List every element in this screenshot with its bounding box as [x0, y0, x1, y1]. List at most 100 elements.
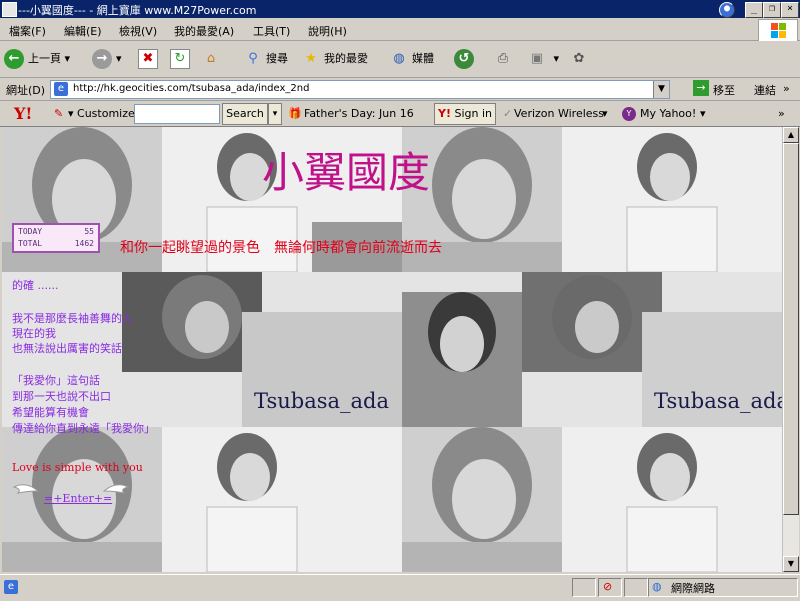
favorites-label: 我的最愛 [324, 52, 368, 65]
watermark-right: Tsubasa_ada [654, 389, 782, 413]
scroll-thumb[interactable] [783, 143, 799, 515]
love-line: Love is simple with you [12, 461, 143, 474]
watermark-left: Tsubasa_ada [254, 389, 390, 413]
edit-icon: ▣ [530, 51, 544, 66]
popup-blocked-icon: ⊘ [603, 580, 613, 593]
globe-icon: ◍ [652, 580, 662, 593]
title-bar: ---小翼國度--- - 網上寶庫 www.M27Power.com ● _ ❐… [0, 0, 800, 18]
history-icon: ↺ [454, 49, 474, 69]
gift-icon: 🎁 [288, 107, 302, 120]
yahoo-toolbar: Y! ✎ ▾ Customize 🎁 Father's Day: Jun 16 … [0, 101, 800, 127]
yahoo-logo-icon[interactable]: Y! [14, 105, 32, 123]
menu-file[interactable]: 檔案(F) [9, 23, 46, 39]
wing-left-icon [12, 483, 40, 497]
page-content: 小翼國度 TODAY 55 TOTAL 1462 和你一起眺望過的景色 無論何時… [2, 127, 782, 572]
photo-tile [562, 427, 782, 572]
status-panel [572, 578, 596, 597]
yahoo-search-input[interactable] [134, 104, 220, 124]
status-panel: ⊘ [598, 578, 622, 597]
address-dropdown-icon[interactable]: ▼ [653, 81, 669, 98]
back-button[interactable]: ← 上一頁 ▾ [4, 47, 70, 71]
window-title: ---小翼國度--- - 網上寶庫 www.M27Power.com [18, 4, 257, 17]
address-label: 網址(D) [6, 84, 46, 97]
search-icon: ⚲ [248, 51, 258, 66]
menu-favorites[interactable]: 我的最愛(A) [174, 23, 234, 39]
forward-button[interactable]: → ▾ [92, 47, 122, 71]
vertical-scrollbar[interactable]: ▲ ▼ [782, 127, 799, 572]
back-arrow-icon: ← [4, 49, 24, 69]
menu-bar: 檔案(F) 編輯(E) 檢視(V) 我的最愛(A) 工具(T) 說明(H) [0, 18, 800, 41]
go-button[interactable]: 移至 [713, 82, 735, 98]
pencil-icon: ✎ [54, 107, 64, 120]
media-globe-icon: ◍ [393, 51, 405, 66]
menu-edit[interactable]: 編輯(E) [64, 23, 102, 39]
counter-today-label: TODAY [18, 227, 43, 236]
address-url: http://hk.geocities.com/tsubasa_ada/inde… [73, 83, 310, 94]
menu-help[interactable]: 說明(H) [308, 23, 347, 39]
messenger-button[interactable]: ✿ [570, 47, 592, 71]
tagline: 和你一起眺望過的景色 無論何時都會向前流逝而去 [120, 240, 442, 256]
status-bar: e ⊘ ◍ 網際網路 [0, 574, 800, 601]
edit-button[interactable]: ▣ ▾ [528, 47, 559, 71]
forward-arrow-icon: → [92, 49, 112, 69]
poem-stanza-2: 「我愛你」這句話 到那一天也說不出口 希望能算有機會 傳達給你直到永遠「我愛你」 [12, 373, 155, 437]
my-yahoo-link[interactable]: My Yahoo! [640, 105, 696, 123]
customize-button[interactable]: ▾ Customize [68, 105, 135, 123]
verizon-check-icon: ✓ [503, 107, 513, 120]
media-button[interactable]: ◍ 媒體 [390, 47, 434, 71]
address-input[interactable]: e http://hk.geocities.com/tsubasa_ada/in… [50, 80, 670, 99]
customize-label: Customize [77, 107, 135, 120]
stop-button[interactable]: ✖ [138, 47, 162, 71]
my-yahoo-dropdown-icon[interactable]: ▾ [700, 105, 706, 123]
windows-logo-icon [758, 19, 798, 42]
home-button[interactable]: ⌂ [202, 47, 224, 71]
stop-icon: ✖ [138, 49, 158, 69]
ie-page-icon [2, 2, 17, 17]
poem-line: 到那一天也說不出口 [12, 390, 111, 403]
zone-label: 網際網路 [671, 582, 715, 595]
search-label: 搜尋 [266, 52, 288, 65]
counter-total-value: 1462 [74, 239, 94, 248]
minimize-button[interactable]: _ [745, 2, 763, 18]
home-icon: ⌂ [206, 51, 216, 66]
poem-line: 我不是那麼長袖善舞的人 [12, 312, 133, 325]
refresh-button[interactable]: ↻ [170, 47, 194, 71]
go-arrow-icon[interactable]: → [693, 80, 709, 96]
poem-line: 也無法說出厲害的笑話 [12, 342, 122, 355]
poem-line: 「我愛你」這句話 [12, 374, 100, 387]
favorites-button[interactable]: ★ 我的最愛 [302, 47, 368, 71]
app-menu-icon[interactable]: ● [719, 2, 735, 18]
history-button[interactable]: ↺ [454, 47, 478, 71]
counter-total-label: TOTAL [18, 239, 43, 248]
sign-in-label: Sign in [454, 107, 492, 120]
restore-button[interactable]: ❐ [763, 2, 781, 18]
verizon-dropdown-icon[interactable]: ▾ [602, 105, 608, 123]
search-dropdown-icon[interactable]: ▾ [268, 103, 282, 125]
links-label[interactable]: 連結 [754, 82, 776, 98]
links-more-icon[interactable]: » [783, 82, 790, 95]
poem-intro: 的確 ...... [12, 279, 59, 292]
wing-right-icon [102, 483, 130, 497]
verizon-link[interactable]: Verizon Wireless [514, 105, 604, 123]
visit-counter: TODAY 55 TOTAL 1462 [12, 223, 100, 253]
flower-icon: ✿ [573, 51, 585, 66]
yahoo-more-icon[interactable]: » [778, 105, 785, 123]
menu-view[interactable]: 檢視(V) [119, 23, 157, 39]
close-button[interactable]: × [781, 2, 799, 18]
counter-today-value: 55 [84, 227, 94, 236]
photo-tile [562, 127, 782, 272]
poem-stanza-1: 我不是那麼長袖善舞的人 現在的我 也無法說出厲害的笑話 [12, 311, 133, 356]
print-button[interactable]: ⎙ [494, 47, 516, 71]
poem-line: 希望能算有機會 [12, 406, 89, 419]
menu-tools[interactable]: 工具(T) [253, 23, 290, 39]
refresh-icon: ↻ [170, 49, 190, 69]
yahoo-search-button[interactable]: Search [222, 103, 268, 125]
page-heading: 小翼國度 [262, 148, 431, 197]
sign-in-y-icon: Y! [437, 107, 451, 120]
scroll-down-icon[interactable]: ▼ [783, 556, 799, 572]
scroll-up-icon[interactable]: ▲ [783, 127, 799, 143]
fathers-day-link[interactable]: Father's Day: Jun 16 [304, 105, 414, 123]
sign-in-button[interactable]: Y! Sign in [434, 103, 496, 125]
photo-tile [162, 427, 402, 572]
search-button[interactable]: ⚲ 搜尋 [244, 47, 288, 71]
